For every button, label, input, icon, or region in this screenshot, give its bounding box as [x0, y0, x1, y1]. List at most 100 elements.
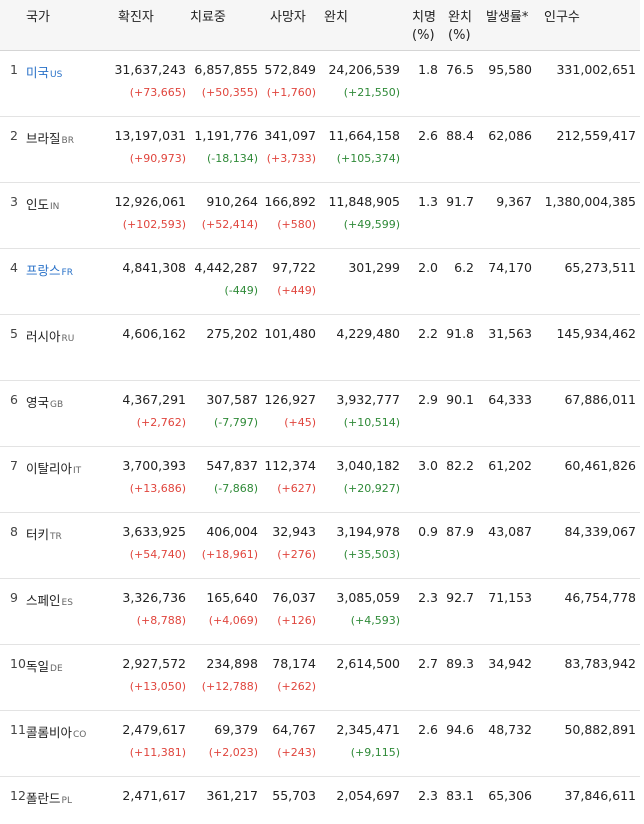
cell-value: 91.8 [442, 326, 474, 342]
country-code: US [50, 70, 62, 80]
treating-cell: 4,442,287(-449) [190, 249, 262, 315]
cell-value: 101,480 [262, 326, 316, 342]
table-row: 1미국US31,637,243(+73,665)6,857,855(+50,35… [0, 51, 640, 117]
cell-delta: (+9,115) [320, 745, 400, 761]
cell-value: 406,004 [190, 524, 258, 540]
cell-value: 90.1 [442, 392, 474, 408]
rank-cell: 7 [0, 447, 26, 513]
cell-value: 126,927 [262, 392, 316, 408]
cell-delta: (+90,973) [110, 151, 186, 167]
country-name[interactable]: 프랑스 [26, 263, 61, 278]
header-recovered[interactable]: 완치 [320, 0, 404, 51]
cell-delta: (+13,686) [110, 481, 186, 497]
cell-value: 65,273,511 [536, 260, 636, 276]
country-name[interactable]: 미국 [26, 65, 49, 80]
cell-value: 301,299 [320, 260, 400, 276]
population-cell: 1,380,004,385 [536, 183, 640, 249]
cell-value: 3,700,393 [110, 458, 186, 474]
cell-value: 97,722 [262, 260, 316, 276]
cell-value: 2,054,697 [320, 788, 400, 804]
recovery-rate-cell: 90.1 [442, 381, 478, 447]
country-cell: 스페인ES [26, 579, 110, 645]
country-cell: 콜롬비아CO [26, 711, 110, 777]
header-incidence[interactable]: 발생률* [478, 0, 536, 51]
cell-delta: (+8,788) [110, 613, 186, 629]
confirmed-cell: 4,606,162 [110, 315, 190, 381]
recovered-cell: 3,040,182(+20,927) [320, 447, 404, 513]
confirmed-cell: 4,367,291(+2,762) [110, 381, 190, 447]
cell-value: 166,892 [262, 194, 316, 210]
table-row: 4프랑스FR4,841,3084,442,287(-449)97,722(+44… [0, 249, 640, 315]
cell-delta: (+12,788) [190, 679, 258, 695]
country-code: GB [50, 400, 63, 410]
cell-value: 331,002,651 [536, 62, 636, 78]
cell-value: 92.7 [442, 590, 474, 606]
incidence-cell: 9,367 [478, 183, 536, 249]
cell-value: 62,086 [478, 128, 532, 144]
country-cell[interactable]: 프랑스FR [26, 249, 110, 315]
table-row: 7이탈리아IT3,700,393(+13,686)547,837(-7,868)… [0, 447, 640, 513]
recovery-rate-cell: 89.3 [442, 645, 478, 711]
country-name: 콜롬비아 [26, 725, 72, 740]
cell-value: 2.2 [404, 326, 438, 342]
header-cfr[interactable]: 치명 (%) [404, 0, 442, 51]
cell-value: 89.3 [442, 656, 474, 672]
country-name: 브라질 [26, 131, 61, 146]
header-deaths[interactable]: 사망자 [262, 0, 320, 51]
cell-value: 4,229,480 [320, 326, 400, 342]
cell-value: 212,559,417 [536, 128, 636, 144]
cell-value: 88.4 [442, 128, 474, 144]
incidence-cell: 34,942 [478, 645, 536, 711]
cell-value: 48,732 [478, 722, 532, 738]
population-cell: 83,783,942 [536, 645, 640, 711]
table-row: 11콜롬비아CO2,479,617(+11,381)69,379(+2,023)… [0, 711, 640, 777]
cell-delta: (-18,134) [190, 151, 258, 167]
population-cell: 37,846,611 [536, 777, 640, 824]
country-code: IT [73, 466, 81, 476]
cell-delta: (+18,961) [190, 547, 258, 563]
header-country[interactable]: 국가 [0, 0, 110, 51]
cell-value: 13,197,031 [110, 128, 186, 144]
cell-value: 4,841,308 [110, 260, 186, 276]
rank-cell: 12 [0, 777, 26, 824]
recovery-rate-cell: 87.9 [442, 513, 478, 579]
country-cell: 이탈리아IT [26, 447, 110, 513]
treating-cell: 6,857,855(+50,355) [190, 51, 262, 117]
rank-cell: 5 [0, 315, 26, 381]
header-treating[interactable]: 치료중 [190, 0, 262, 51]
recovered-cell: 4,229,480 [320, 315, 404, 381]
cell-delta: (+45) [262, 415, 316, 431]
cell-value: 2,927,572 [110, 656, 186, 672]
cfr-cell: 2.3 [404, 777, 442, 824]
treating-cell: 165,640(+4,069) [190, 579, 262, 645]
cell-value: 2,345,471 [320, 722, 400, 738]
cell-value: 60,461,826 [536, 458, 636, 474]
incidence-cell: 74,170 [478, 249, 536, 315]
header-confirmed[interactable]: 확진자 [110, 0, 190, 51]
rank-cell: 2 [0, 117, 26, 183]
header-recovery-rate[interactable]: 완치 (%) [442, 0, 478, 51]
country-cell[interactable]: 미국US [26, 51, 110, 117]
cell-delta: (+2,023) [190, 745, 258, 761]
incidence-cell: 62,086 [478, 117, 536, 183]
cell-value: 6,857,855 [190, 62, 258, 78]
country-name: 러시아 [26, 329, 61, 344]
recovered-cell: 11,664,158(+105,374) [320, 117, 404, 183]
cell-value: 572,849 [262, 62, 316, 78]
treating-cell: 234,898(+12,788) [190, 645, 262, 711]
deaths-cell: 572,849(+1,760) [262, 51, 320, 117]
treating-cell: 69,379(+2,023) [190, 711, 262, 777]
treating-cell: 910,264(+52,414) [190, 183, 262, 249]
table-row: 8터키TR3,633,925(+54,740)406,004(+18,961)3… [0, 513, 640, 579]
population-cell: 84,339,067 [536, 513, 640, 579]
cell-value: 275,202 [190, 326, 258, 342]
cell-value: 87.9 [442, 524, 474, 540]
country-code: FR [62, 268, 73, 278]
header-population[interactable]: 인구수 [536, 0, 640, 51]
rank-cell: 3 [0, 183, 26, 249]
cell-value: 34,942 [478, 656, 532, 672]
cell-value: 3,633,925 [110, 524, 186, 540]
country-code: PL [62, 796, 72, 806]
country-cell: 독일DE [26, 645, 110, 711]
cell-value: 24,206,539 [320, 62, 400, 78]
